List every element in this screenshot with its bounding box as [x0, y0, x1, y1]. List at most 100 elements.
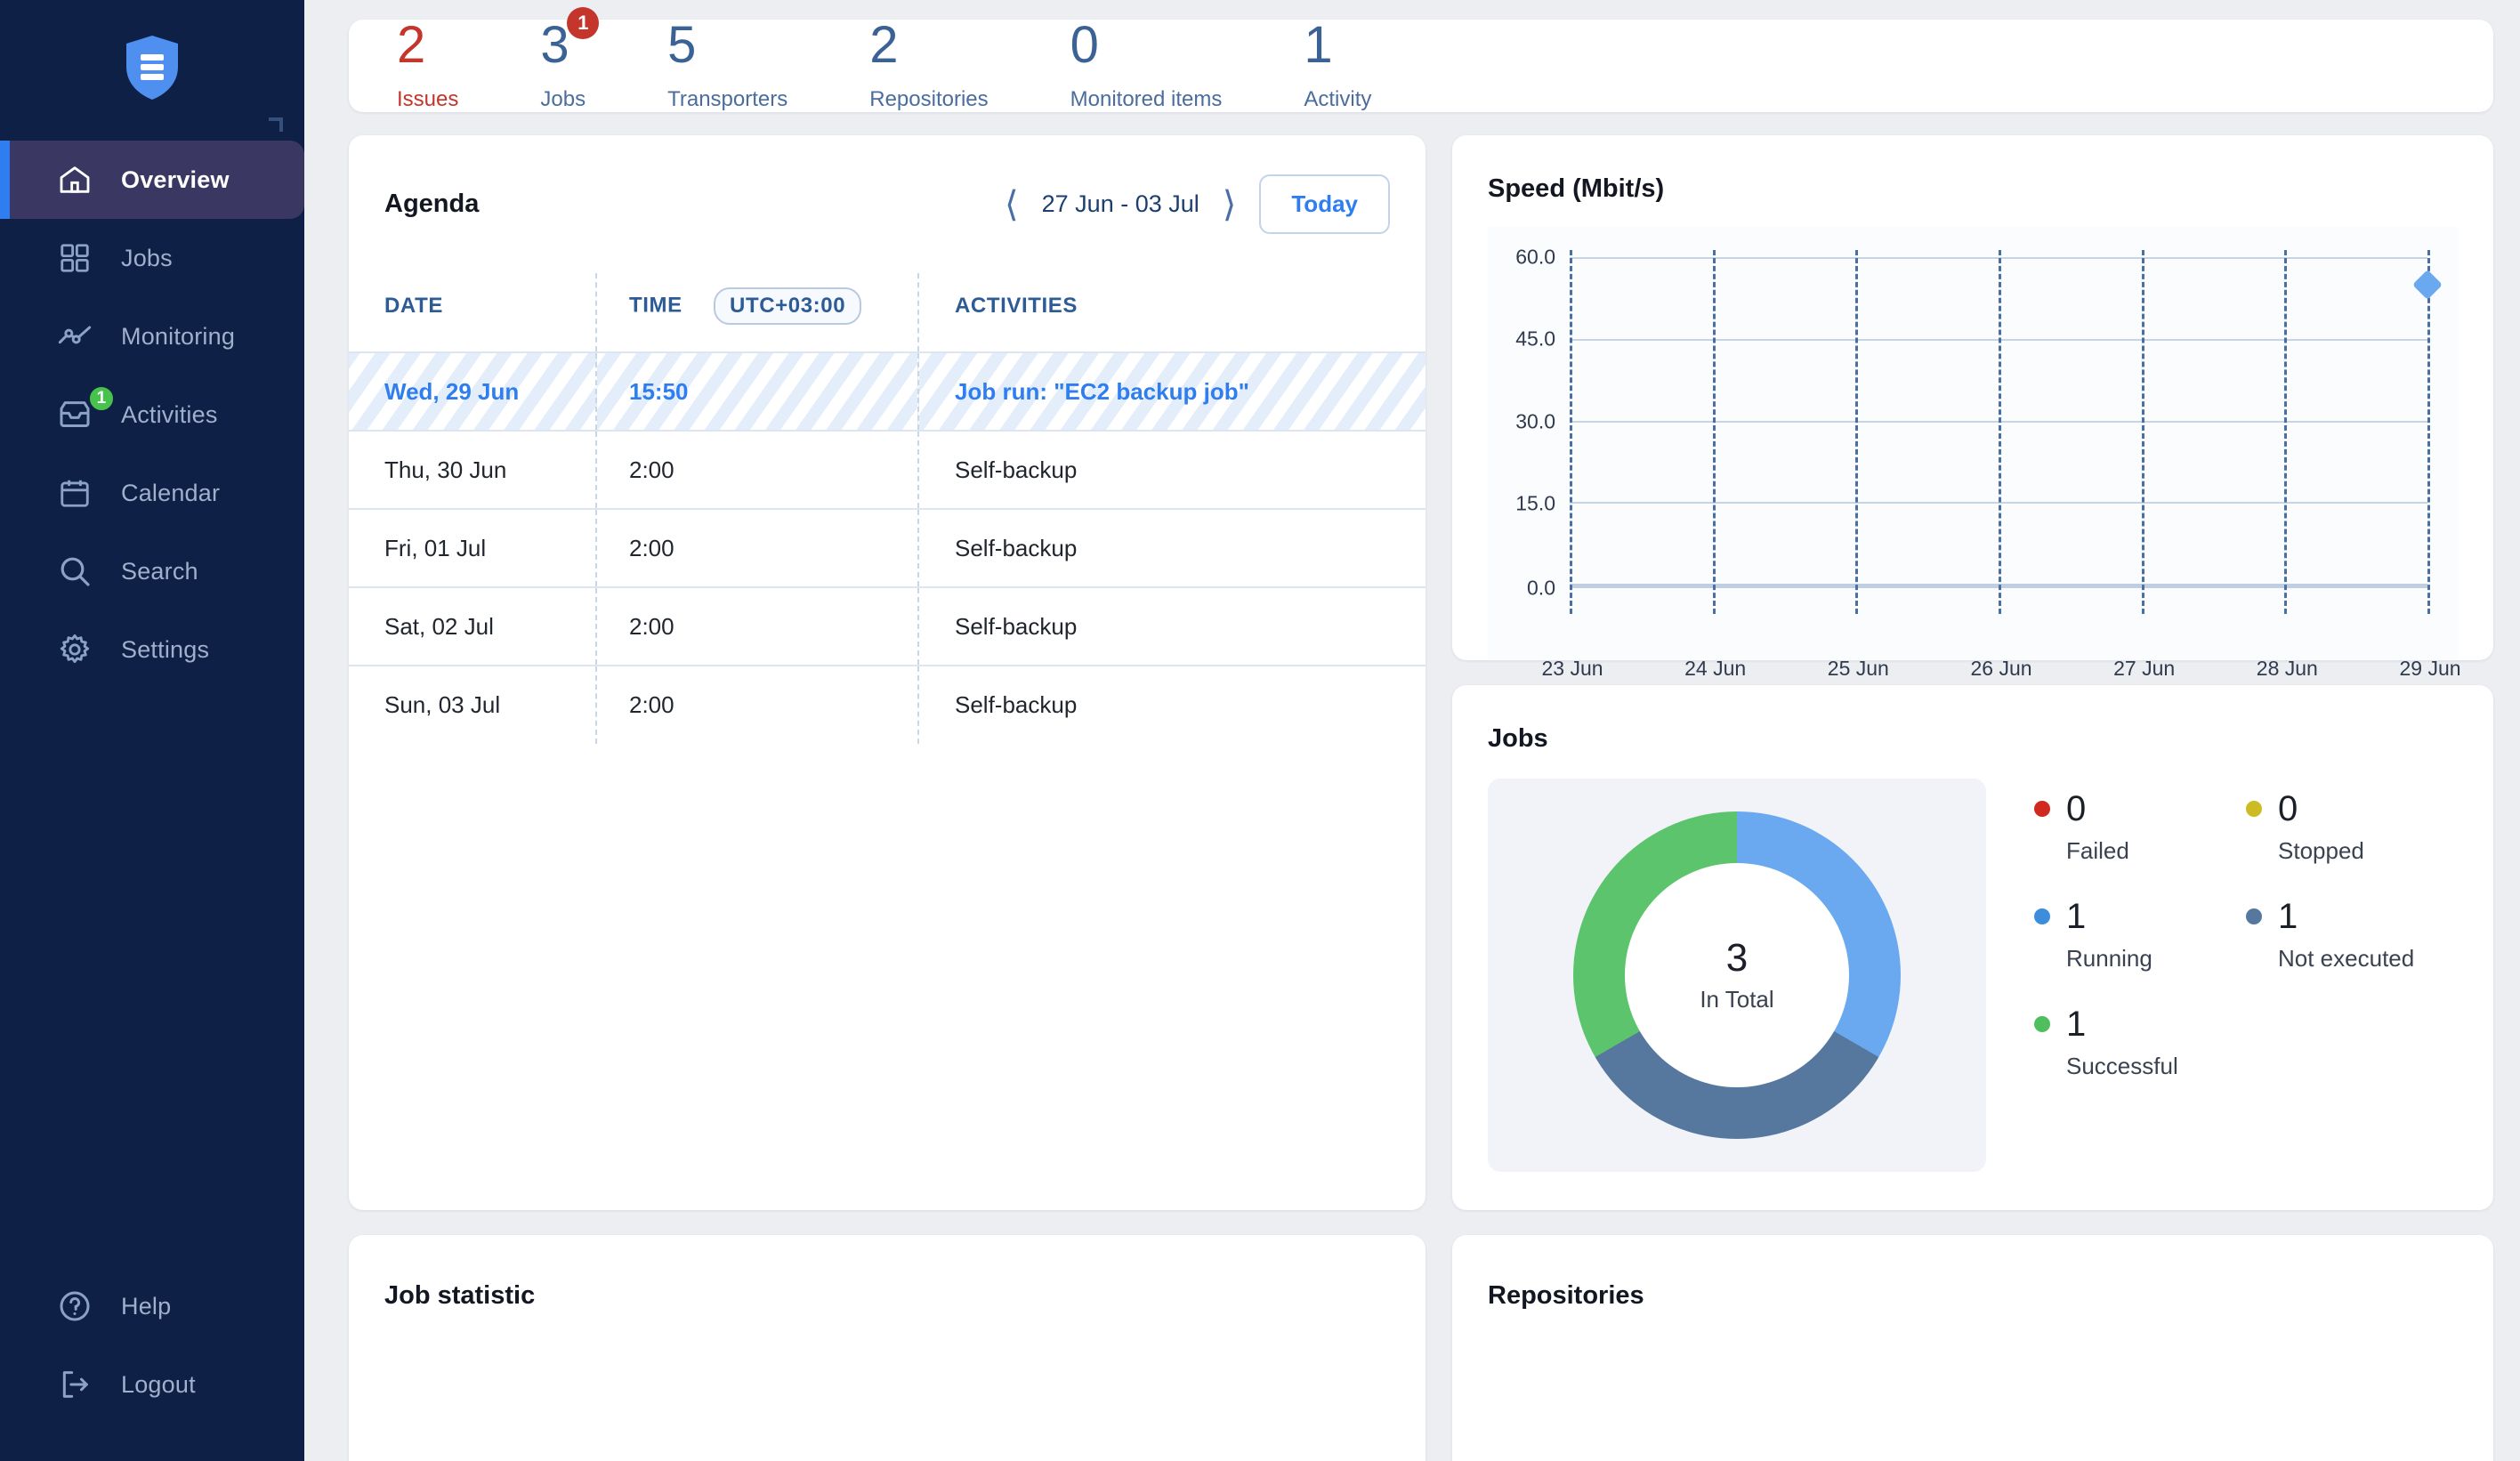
table-row[interactable]: Thu, 30 Jun 2:00 Self-backup	[349, 431, 1426, 509]
cell-time: 2:00	[596, 587, 918, 666]
column-header-activities: ACTIVITIES	[918, 273, 1426, 352]
legend-label: Running	[2066, 945, 2246, 973]
repositories-panel: Repositories	[1452, 1235, 2493, 1461]
sidebar-item-activities[interactable]: 1 Activities	[0, 375, 304, 454]
table-row[interactable]: Wed, 29 Jun 15:50 Job run: "EC2 backup j…	[349, 352, 1426, 431]
inbox-icon: 1	[55, 395, 94, 434]
legend-item[interactable]: 0 Failed	[2034, 791, 2246, 865]
column-header-time: TIME UTC+03:00	[596, 273, 918, 352]
shield-logo-icon	[125, 35, 180, 101]
gridline-vertical: 29 Jun	[2427, 250, 2430, 614]
agenda-table-body: Wed, 29 Jun 15:50 Job run: "EC2 backup j…	[349, 352, 1426, 744]
grid-icon	[55, 238, 94, 278]
stat-value: 2	[869, 20, 898, 71]
speed-chart-panel: Speed (Mbit/s) 0.015.030.045.060.023 Jun…	[1452, 135, 2493, 660]
legend-item[interactable]: 0Stopped	[2246, 791, 2458, 865]
jobs-donut-chart[interactable]: 3 In Total	[1573, 811, 1901, 1139]
gridline-vertical: 25 Jun	[1855, 250, 1858, 614]
sidebar-item-settings[interactable]: Settings	[0, 610, 304, 689]
legend-label: Not executed	[2278, 945, 2458, 973]
agenda-table-head: DATE TIME UTC+03:00 ACTIVITIES	[349, 273, 1426, 352]
donut-center: 3 In Total	[1625, 863, 1849, 1087]
sidebar-item-help[interactable]: Help	[0, 1267, 304, 1345]
sidebar-item-overview[interactable]: Overview	[0, 141, 304, 219]
legend-count: 1	[2278, 899, 2298, 934]
legend-color-dot	[2034, 908, 2050, 924]
sidebar-item-label: Calendar	[121, 480, 220, 507]
right-column: Speed (Mbit/s) 0.015.030.045.060.023 Jun…	[1452, 135, 2493, 1461]
legend-item[interactable]: 1Running	[2034, 899, 2246, 973]
donut-chart-container: 3 In Total	[1488, 779, 1986, 1172]
logout-icon	[55, 1365, 94, 1404]
table-row[interactable]: Sun, 03 Jul 2:00 Self-backup	[349, 666, 1426, 744]
sidebar-item-label: Logout	[121, 1371, 196, 1399]
stat-value: 1	[1304, 20, 1332, 71]
agenda-title: Agenda	[384, 190, 479, 219]
x-axis-tick: 27 Jun	[2113, 657, 2175, 681]
today-button[interactable]: Today	[1259, 174, 1390, 234]
sidebar-item-label: Help	[121, 1293, 171, 1320]
chevron-right-icon[interactable]: ⟩	[1223, 187, 1237, 222]
line-chart-icon	[55, 317, 94, 356]
legend-item[interactable]: 1Successful	[2034, 1006, 2246, 1080]
cell-date: Fri, 01 Jul	[349, 509, 596, 587]
cell-activity: Self-backup	[918, 666, 1426, 744]
left-column: Agenda ⟨ 27 Jun - 03 Jul ⟩ Today DATE	[349, 135, 1426, 1461]
x-axis-tick: 25 Jun	[1828, 657, 1889, 681]
column-header-date: DATE	[349, 273, 596, 352]
data-point-marker[interactable]	[2412, 270, 2443, 300]
cell-time: 15:50	[596, 352, 918, 431]
cell-date: Wed, 29 Jun	[349, 352, 596, 431]
sidebar-item-label: Monitoring	[121, 323, 235, 351]
stat-repositories[interactable]: 2 Repositories	[869, 20, 988, 112]
stat-label: Repositories	[869, 87, 988, 112]
corner-marker-icon	[269, 117, 283, 132]
sidebar-item-jobs[interactable]: Jobs	[0, 219, 304, 297]
cell-date: Sun, 03 Jul	[349, 666, 596, 744]
timezone-pill[interactable]: UTC+03:00	[714, 287, 861, 325]
table-row[interactable]: Sat, 02 Jul 2:00 Self-backup	[349, 587, 1426, 666]
legend-color-dot	[2246, 801, 2262, 817]
donut-total-value: 3	[1726, 937, 1748, 980]
x-axis-tick: 23 Jun	[1541, 657, 1603, 681]
stat-activity[interactable]: 1 Activity	[1304, 20, 1371, 112]
agenda-header: Agenda ⟨ 27 Jun - 03 Jul ⟩ Today	[349, 174, 1426, 234]
agenda-panel: Agenda ⟨ 27 Jun - 03 Jul ⟩ Today DATE	[349, 135, 1426, 1210]
stat-transporters[interactable]: 5 Transporters	[667, 20, 788, 112]
sidebar-item-monitoring[interactable]: Monitoring	[0, 297, 304, 375]
table-row[interactable]: Fri, 01 Jul 2:00 Self-backup	[349, 509, 1426, 587]
search-icon	[55, 552, 94, 591]
stat-label: Jobs	[540, 87, 586, 112]
y-axis-tick: 0.0	[1527, 577, 1555, 601]
stat-value: 5	[667, 20, 696, 71]
stat-label: Activity	[1304, 87, 1371, 112]
speed-plot: 0.015.030.045.060.023 Jun24 Jun25 Jun26 …	[1570, 257, 2427, 584]
gridline-vertical: 23 Jun	[1570, 250, 1572, 614]
stat-monitored-items[interactable]: 0 Monitored items	[1070, 20, 1223, 112]
cell-time: 2:00	[596, 509, 918, 587]
legend-label: Failed	[2066, 837, 2246, 865]
donut-total-label: In Total	[1700, 986, 1773, 1013]
app-root: Overview Jobs	[0, 0, 2520, 1461]
sidebar-item-search[interactable]: Search	[0, 532, 304, 610]
sidebar-item-calendar[interactable]: Calendar	[0, 454, 304, 532]
sidebar-item-logout[interactable]: Logout	[0, 1345, 304, 1424]
stat-jobs[interactable]: 3 1 Jobs	[540, 20, 586, 112]
y-axis-tick: 30.0	[1515, 409, 1555, 433]
stat-label: Monitored items	[1070, 87, 1223, 112]
chevron-left-icon[interactable]: ⟨	[1005, 187, 1019, 222]
x-axis-tick: 24 Jun	[1684, 657, 1746, 681]
legend-count: 0	[2066, 791, 2086, 827]
x-axis-tick: 26 Jun	[1970, 657, 2031, 681]
cell-activity: Job run: "EC2 backup job"	[918, 352, 1426, 431]
main-content: 2 Issues 3 1 Jobs 5 Transporters 2 Repos…	[304, 0, 2520, 1461]
gridline-vertical: 28 Jun	[2284, 250, 2287, 614]
stat-value: 3 1	[540, 20, 569, 71]
repositories-title: Repositories	[1488, 1281, 2458, 1311]
jobs-alert-badge: 1	[567, 7, 599, 39]
stat-issues[interactable]: 2 Issues	[397, 20, 458, 112]
agenda-date-range: 27 Jun - 03 Jul	[1042, 190, 1199, 218]
y-axis-tick: 45.0	[1515, 327, 1555, 351]
legend-item[interactable]: 1 Not executed	[2246, 899, 2458, 973]
job-statistic-title: Job statistic	[384, 1281, 1390, 1311]
